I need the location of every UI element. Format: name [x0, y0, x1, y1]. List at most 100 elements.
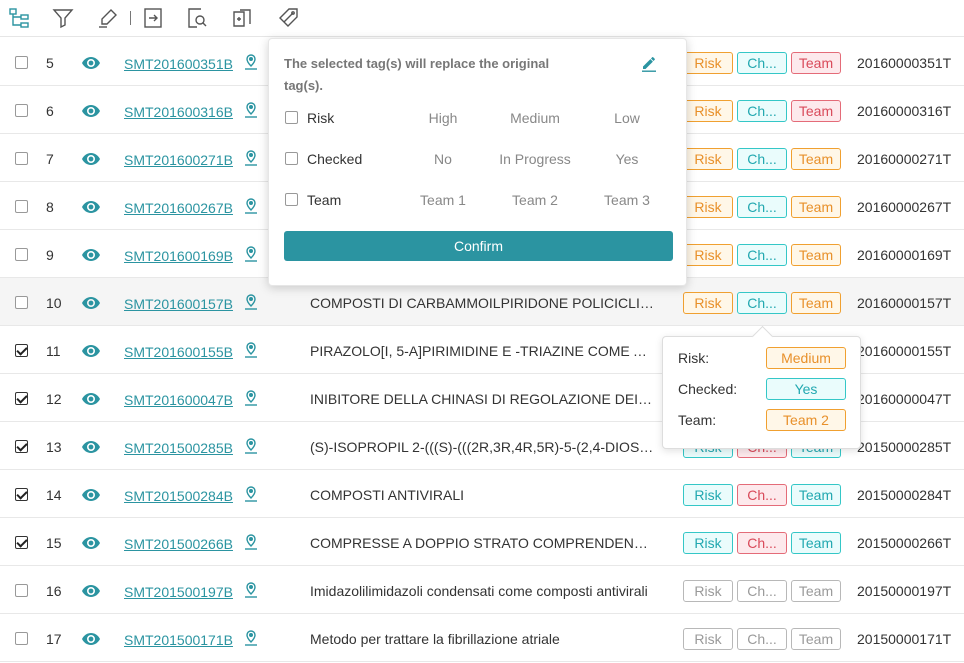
tag-group-checkbox[interactable] [285, 193, 298, 206]
row-tag[interactable]: Risk [683, 292, 733, 314]
patent-code-link[interactable]: SMT201500171B [124, 632, 233, 648]
row-tag[interactable]: Risk [683, 628, 733, 650]
search-doc-icon[interactable] [185, 6, 209, 30]
compare-icon[interactable] [230, 6, 254, 30]
patent-code-link[interactable]: SMT201600351B [124, 56, 233, 72]
row-tag[interactable]: Risk [683, 100, 733, 122]
location-pin-icon[interactable] [244, 198, 258, 214]
row-tag[interactable]: Ch... [737, 292, 787, 314]
row-tag[interactable]: Risk [683, 196, 733, 218]
eye-icon[interactable] [82, 537, 100, 549]
tag-option[interactable]: Yes [587, 151, 667, 167]
tag-option[interactable]: Medium [495, 110, 575, 126]
eye-icon[interactable] [82, 345, 100, 357]
row-checkbox[interactable] [15, 632, 28, 645]
row-tag[interactable]: Team [791, 52, 841, 74]
row-tag[interactable]: Team [791, 196, 841, 218]
tag-option[interactable]: Team 3 [587, 192, 667, 208]
row-tag[interactable]: Risk [683, 148, 733, 170]
location-pin-icon[interactable] [244, 438, 258, 454]
location-pin-icon[interactable] [244, 54, 258, 70]
row-tag[interactable]: Team [791, 292, 841, 314]
eye-icon[interactable] [82, 57, 100, 69]
tag-option[interactable]: In Progress [495, 151, 575, 167]
row-checkbox[interactable] [15, 296, 28, 309]
patent-code-link[interactable]: SMT201600169B [124, 248, 233, 264]
row-tag[interactable]: Team [791, 148, 841, 170]
row-checkbox[interactable] [15, 344, 28, 357]
row-tag[interactable]: Risk [683, 484, 733, 506]
tag-option[interactable]: High [403, 110, 483, 126]
row-tag[interactable]: Ch... [737, 628, 787, 650]
location-pin-icon[interactable] [244, 150, 258, 166]
tag-option[interactable]: No [403, 151, 483, 167]
eye-icon[interactable] [82, 201, 100, 213]
row-checkbox[interactable] [15, 584, 28, 597]
eye-icon[interactable] [82, 585, 100, 597]
eye-icon[interactable] [82, 633, 100, 645]
tag-option[interactable]: Team 1 [403, 192, 483, 208]
row-tag[interactable]: Ch... [737, 148, 787, 170]
row-checkbox[interactable] [15, 104, 28, 117]
tag-option[interactable]: Team 2 [495, 192, 575, 208]
row-tag[interactable]: Team [791, 100, 841, 122]
row-tag[interactable]: Ch... [737, 484, 787, 506]
patent-code-link[interactable]: SMT201600316B [124, 104, 233, 120]
tree-icon[interactable] [7, 6, 31, 30]
eye-icon[interactable] [82, 489, 100, 501]
row-tag[interactable]: Team [791, 580, 841, 602]
patent-code-link[interactable]: SMT201500266B [124, 536, 233, 552]
row-checkbox[interactable] [15, 488, 28, 501]
row-checkbox[interactable] [15, 200, 28, 213]
row-tag[interactable]: Ch... [737, 52, 787, 74]
location-pin-icon[interactable] [244, 486, 258, 502]
highlighter-icon[interactable] [96, 6, 120, 30]
row-checkbox[interactable] [15, 56, 28, 69]
location-pin-icon[interactable] [244, 582, 258, 598]
patent-code-link[interactable]: SMT201600267B [124, 200, 233, 216]
patent-code-link[interactable]: SMT201600047B [124, 392, 233, 408]
row-tag[interactable]: Ch... [737, 532, 787, 554]
eye-icon[interactable] [82, 153, 100, 165]
location-pin-icon[interactable] [244, 342, 258, 358]
row-tag[interactable]: Risk [683, 244, 733, 266]
patent-code-link[interactable]: SMT201600155B [124, 344, 233, 360]
patent-code-link[interactable]: SMT201600271B [124, 152, 233, 168]
row-tag[interactable]: Ch... [737, 196, 787, 218]
location-pin-icon[interactable] [244, 534, 258, 550]
row-tag[interactable]: Risk [683, 532, 733, 554]
filter-icon[interactable] [51, 6, 75, 30]
location-pin-icon[interactable] [244, 630, 258, 646]
patent-code-link[interactable]: SMT201500284B [124, 488, 233, 504]
tag-option[interactable]: Low [587, 110, 667, 126]
location-pin-icon[interactable] [244, 102, 258, 118]
location-pin-icon[interactable] [244, 246, 258, 262]
row-tag[interactable]: Risk [683, 52, 733, 74]
tag-icon[interactable] [277, 6, 301, 30]
eye-icon[interactable] [82, 297, 100, 309]
location-pin-icon[interactable] [244, 390, 258, 406]
row-tag[interactable]: Team [791, 244, 841, 266]
tag-group-checkbox[interactable] [285, 111, 298, 124]
patent-code-link[interactable]: SMT201500285B [124, 440, 233, 456]
tag-group-checkbox[interactable] [285, 152, 298, 165]
eye-icon[interactable] [82, 105, 100, 117]
location-pin-icon[interactable] [244, 294, 258, 310]
patent-code-link[interactable]: SMT201600157B [124, 296, 233, 312]
row-checkbox[interactable] [15, 152, 28, 165]
row-checkbox[interactable] [15, 536, 28, 549]
row-tag[interactable]: Team [791, 532, 841, 554]
eye-icon[interactable] [82, 393, 100, 405]
export-icon[interactable] [141, 6, 165, 30]
row-tag[interactable]: Team [791, 628, 841, 650]
pencil-icon[interactable] [639, 53, 659, 73]
row-tag[interactable]: Risk [683, 580, 733, 602]
row-tag[interactable]: Ch... [737, 244, 787, 266]
eye-icon[interactable] [82, 441, 100, 453]
confirm-button[interactable]: Confirm [284, 231, 673, 261]
row-checkbox[interactable] [15, 248, 28, 261]
row-checkbox[interactable] [15, 440, 28, 453]
row-tag[interactable]: Ch... [737, 580, 787, 602]
row-tag[interactable]: Team [791, 484, 841, 506]
patent-code-link[interactable]: SMT201500197B [124, 584, 233, 600]
